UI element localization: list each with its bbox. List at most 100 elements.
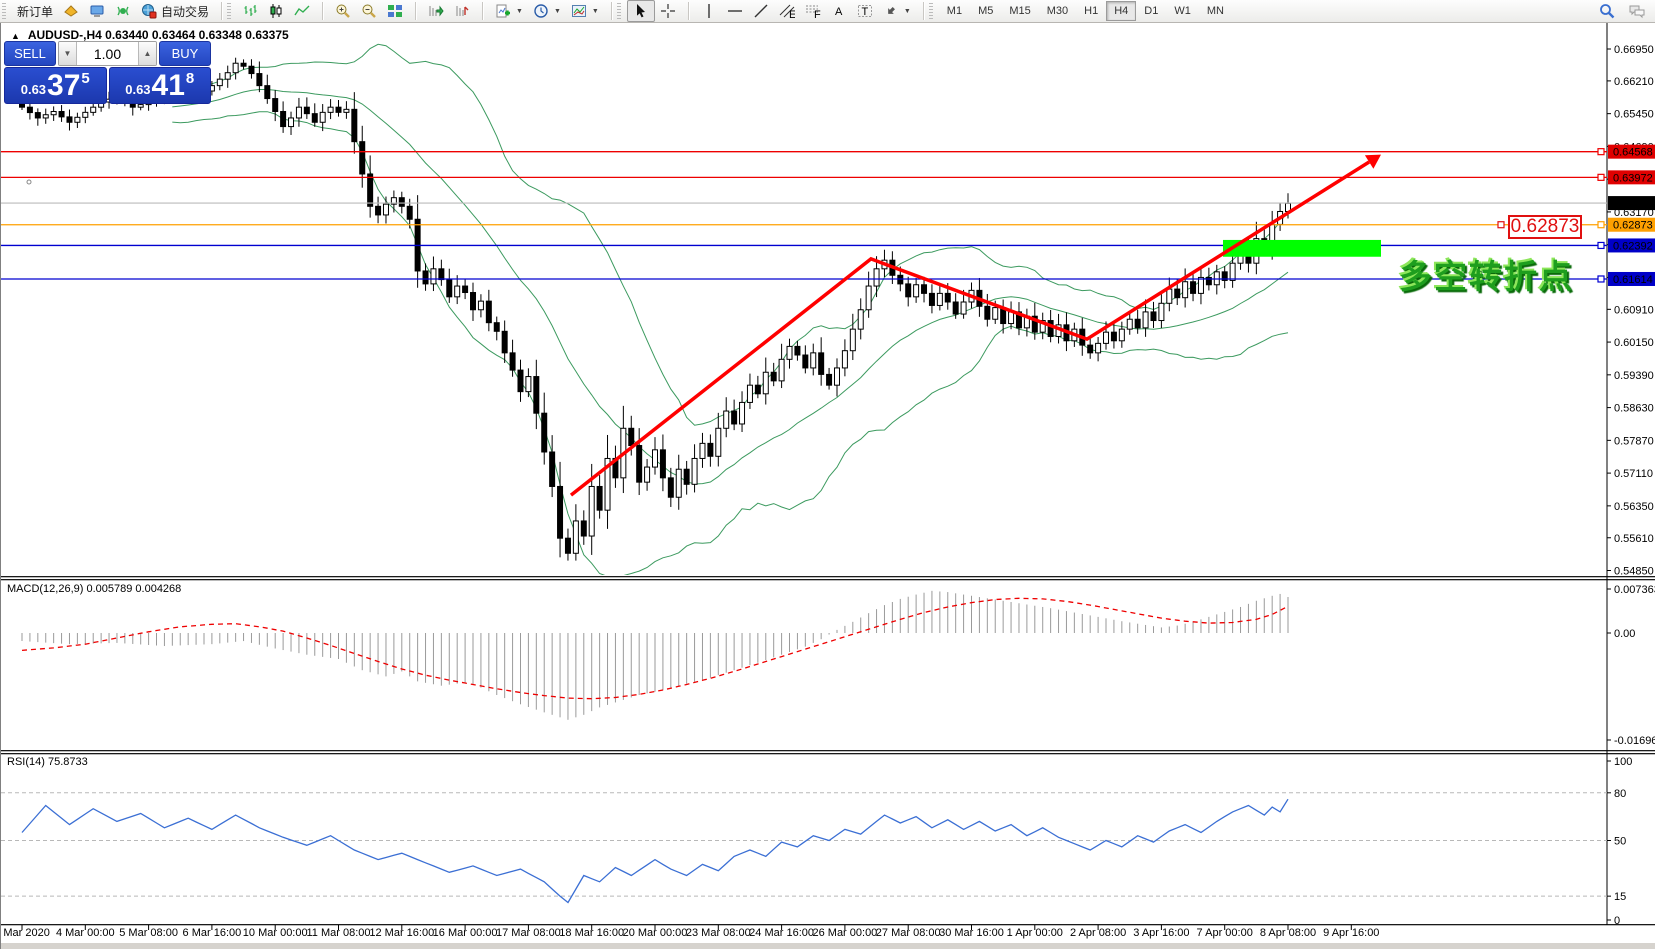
price-axis-label: 0.54850 [1614, 566, 1654, 578]
rsi-pane-label: RSI(14) 75.8733 [7, 756, 88, 768]
signal-icon [115, 3, 131, 19]
toolbar-grip[interactable] [2, 3, 6, 19]
chart-shift-button[interactable] [449, 1, 475, 21]
candlestick-mode-button[interactable] [263, 1, 289, 21]
templates-dropdown-caret[interactable]: ▼ [592, 8, 599, 15]
svg-text:E: E [789, 9, 795, 19]
arrows-icon [883, 3, 899, 19]
price-axis-label: 0.58630 [1614, 403, 1654, 415]
price-tag: 0.63972 [1613, 172, 1653, 184]
time-axis-label: 30 Mar 16:00 [939, 927, 1004, 939]
timeframe-button-m15[interactable]: M15 [1001, 1, 1038, 21]
autotrading-button[interactable]: 自动交易 [136, 1, 214, 22]
text-icon: A [831, 3, 847, 19]
buy-price-pip: 8 [186, 70, 194, 87]
timeframe-button-m30[interactable]: M30 [1039, 1, 1076, 21]
periods-dropdown-caret[interactable]: ▼ [554, 8, 561, 15]
price-target-label[interactable]: 0.62873 [1508, 215, 1582, 239]
bar-chart-mode-button[interactable] [237, 1, 263, 21]
new-order-label: 新订单 [17, 3, 53, 20]
zoom-out-icon [361, 3, 377, 19]
crosshair-tool-button[interactable] [655, 1, 681, 21]
time-axis-label: 7 Apr 00:00 [1197, 927, 1253, 939]
time-axis-label: 17 Mar 08:00 [496, 927, 561, 939]
chart-canvas[interactable]: 0.669500.662100.654500.646900.639300.631… [1, 23, 1655, 949]
timeframe-button-mn[interactable]: MN [1199, 1, 1232, 21]
volume-increase-button[interactable]: ▲ [138, 42, 156, 65]
macd-axis-label: -0.01696 [1614, 735, 1655, 747]
line-chart-mode-button[interactable] [289, 1, 315, 21]
horizontal-line-tool-button[interactable] [722, 1, 748, 21]
time-axis-label: 23 Mar 08:00 [686, 927, 751, 939]
zoom-in-button[interactable] [330, 1, 356, 21]
timeframe-button-m5[interactable]: M5 [970, 1, 1001, 21]
fibonacci-tool-button[interactable]: F [800, 1, 826, 21]
arrows-dropdown-caret[interactable]: ▼ [904, 8, 911, 15]
market-watch-icon[interactable] [58, 1, 84, 21]
price-axis-label: 0.55610 [1614, 533, 1654, 545]
time-axis-label: 26 Mar 00:00 [812, 927, 877, 939]
channel-tool-button[interactable]: E [774, 1, 800, 21]
chart-shift-icon [454, 3, 470, 19]
terminal-icon [89, 3, 105, 19]
vertical-line-tool-button[interactable] [696, 1, 722, 21]
volume-decrease-button[interactable]: ▼ [59, 42, 77, 65]
zoom-out-button[interactable] [356, 1, 382, 21]
price-axis-label: 0.59390 [1614, 370, 1654, 382]
buy-price-prefix: 0.63 [125, 82, 150, 97]
indicators-button[interactable]: ▼ [490, 1, 528, 21]
indicators-dropdown-caret[interactable]: ▼ [516, 8, 523, 15]
time-axis-label: 5 Mar 08:00 [119, 927, 178, 939]
zoom-in-icon [335, 3, 351, 19]
sell-price-prefix: 0.63 [21, 82, 46, 97]
time-axis-label: 24 Mar 16:00 [749, 927, 814, 939]
label-tool-button[interactable]: T [852, 1, 878, 21]
cursor-tool-button[interactable] [627, 0, 655, 22]
sell-price-button[interactable]: 0.63 37 5 [4, 67, 107, 104]
timeframe-button-h1[interactable]: H1 [1076, 1, 1106, 21]
time-axis-label: 11 Mar 08:00 [306, 927, 370, 939]
bar-chart-icon [242, 3, 258, 19]
volume-input[interactable]: 1.00 [77, 42, 138, 65]
price-axis-label: 0.60910 [1614, 304, 1654, 316]
timeframe-button-w1[interactable]: W1 [1166, 1, 1199, 21]
buy-button[interactable]: BUY [159, 41, 211, 66]
timeframe-button-m1[interactable]: M1 [939, 1, 970, 21]
time-axis-label: 6 Mar 16:00 [183, 927, 242, 939]
signals-icon-button[interactable] [110, 1, 136, 21]
text-tool-button[interactable]: A [826, 1, 852, 21]
rsi-axis-label: 15 [1614, 891, 1626, 903]
green-zone-rectangle [1223, 240, 1381, 257]
svg-text:F: F [814, 9, 821, 19]
auto-scroll-button[interactable] [423, 1, 449, 21]
search-icon[interactable] [1599, 3, 1615, 19]
turning-point-annotation[interactable]: 多空转折点 [1399, 250, 1574, 298]
collapse-panel-icon[interactable]: ▲ [11, 31, 20, 41]
one-click-trading-panel: SELL ▼ 1.00 ▲ BUY 0.63 37 5 0.63 41 8 [4, 41, 211, 105]
timeframe-button-h4[interactable]: H4 [1106, 1, 1136, 21]
chat-icon[interactable] [1629, 3, 1645, 19]
trendline-tool-button[interactable] [748, 1, 774, 21]
tile-windows-button[interactable] [382, 1, 408, 21]
time-axis-label: 10 Mar 00:00 [243, 927, 308, 939]
crosshair-icon [660, 3, 676, 19]
horizontal-line-icon [727, 3, 743, 19]
toolbar: 新订单 自动交易 [0, 0, 1655, 23]
new-order-button[interactable]: 新订单 [12, 1, 58, 22]
sell-button[interactable]: SELL [4, 41, 56, 66]
arrows-tool-button[interactable]: ▼ [878, 1, 916, 21]
time-axis-label: 27 Mar 08:00 [876, 927, 941, 939]
symbol-period-label: AUDUSD-,H4 [28, 28, 102, 42]
macd-axis-label: 0.007363 [1614, 584, 1655, 596]
data-window-icon-button[interactable] [84, 1, 110, 21]
price-tag: 0.62392 [1613, 240, 1653, 252]
timeframe-button-d1[interactable]: D1 [1136, 1, 1166, 21]
timeframe-group: M1M5M15M30H1H4D1W1MN [935, 0, 1236, 22]
time-axis-label: 1 Apr 00:00 [1007, 927, 1063, 939]
price-axis-label: 0.66210 [1614, 76, 1654, 88]
time-axis-label: 4 Mar 00:00 [56, 927, 115, 939]
buy-price-button[interactable]: 0.63 41 8 [109, 67, 212, 104]
clock-icon [533, 3, 549, 19]
periods-button[interactable]: ▼ [528, 1, 566, 21]
templates-button[interactable]: ▼ [566, 1, 604, 21]
